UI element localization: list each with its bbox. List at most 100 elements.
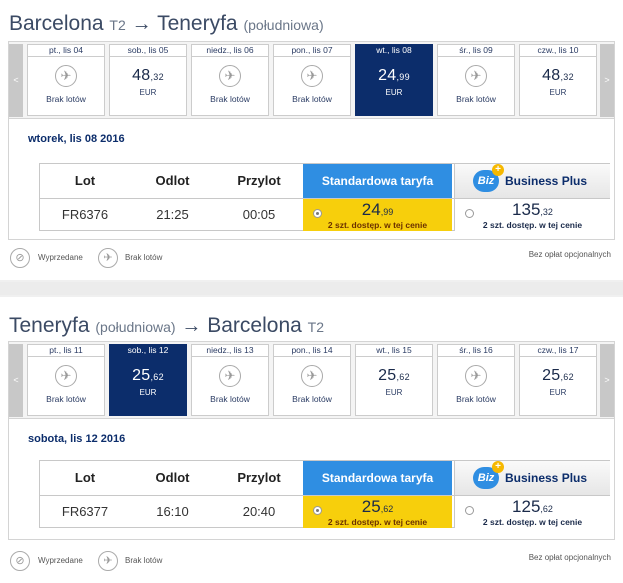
col-flight-header: Lot xyxy=(74,470,96,485)
outbound-legend: ⊘ Wyprzedane ✈ Brak lotów Bez opłat opcj… xyxy=(0,246,623,274)
outbound-section: Barcelona T2 → Teneryfa (południowa) < p… xyxy=(0,0,623,280)
outbound-selected-date: wtorek, lis 08 2016 xyxy=(28,133,125,145)
business-plus-header[interactable]: Biz + Business Plus xyxy=(454,164,610,198)
business-plus-header[interactable]: Biz + Business Plus xyxy=(454,461,610,495)
no-flights-text: Brak lotów xyxy=(456,394,496,404)
business-plus-logo-icon: Biz + xyxy=(473,164,504,192)
sold-out-label: Wyprzedane xyxy=(38,556,83,565)
standard-fare-availability: 2 szt. dostęp. w tej cenie xyxy=(327,517,428,527)
col-arrival-header: Przylot xyxy=(237,470,281,485)
day-card[interactable]: pon., lis 14 ✈ Brak lotów xyxy=(273,344,351,416)
outbound-route-title: Barcelona T2 → Teneryfa (południowa) xyxy=(9,12,324,36)
day-label: czw., lis 10 xyxy=(520,45,596,57)
prev-week-button[interactable]: < xyxy=(9,44,23,117)
inbound-selected-date: sobota, lis 12 2016 xyxy=(28,433,126,445)
day-label: pon., lis 14 xyxy=(274,345,350,357)
no-flights-text: Brak lotów xyxy=(46,94,86,104)
standard-fare-availability: 2 szt. dostęp. w tej cenie xyxy=(327,220,428,230)
day-price: 24,99 xyxy=(378,67,410,84)
day-label: wt., lis 15 xyxy=(356,345,432,357)
departure-time: 21:25 xyxy=(156,207,189,222)
day-label: czw., lis 17 xyxy=(520,345,596,357)
next-week-button[interactable]: > xyxy=(600,344,614,417)
standard-fare-price: 24,99 xyxy=(361,200,394,219)
day-label: wt., lis 08 xyxy=(356,45,432,57)
day-currency: EUR xyxy=(385,388,403,397)
no-flights-icon: ✈ xyxy=(98,248,118,268)
no-flights-icon: ✈ xyxy=(465,65,487,87)
section-divider xyxy=(0,282,623,295)
destination-suffix: T2 xyxy=(307,319,324,335)
origin-city: Barcelona xyxy=(9,12,104,35)
day-label: sob., lis 12 xyxy=(110,345,186,357)
day-card[interactable]: śr., lis 09 ✈ Brak lotów xyxy=(437,44,515,116)
col-flight-header: Lot xyxy=(74,173,96,188)
sold-out-icon: ⊘ xyxy=(10,551,30,571)
standard-fare-header[interactable]: Standardowa taryfa xyxy=(303,164,452,198)
route-arrow: → xyxy=(181,315,202,337)
day-price: 25,62 xyxy=(542,367,574,384)
day-currency: EUR xyxy=(385,88,403,97)
day-label: pt., lis 11 xyxy=(28,345,104,357)
no-flights-text: Brak lotów xyxy=(292,94,332,104)
standard-fare-option[interactable]: 25,62 2 szt. dostęp. w tej cenie xyxy=(303,496,452,528)
no-flights-text: Brak lotów xyxy=(456,94,496,104)
day-price: 48,32 xyxy=(542,67,574,84)
no-flights-icon: ✈ xyxy=(55,65,77,87)
day-card[interactable]: śr., lis 16 ✈ Brak lotów xyxy=(437,344,515,416)
no-flights-icon: ✈ xyxy=(465,365,487,387)
inbound-days: pt., lis 11 ✈ Brak lotów sob., lis 12 25,62 E… xyxy=(27,344,599,416)
no-optional-fees-note: Bez opłat opcjonalnych xyxy=(528,250,611,259)
next-week-button[interactable]: > xyxy=(600,44,614,117)
day-card[interactable]: czw., lis 10 48,32 EUR xyxy=(519,44,597,116)
prev-week-button[interactable]: < xyxy=(9,344,23,417)
business-plus-availability: 2 szt. dostęp. w tej cenie xyxy=(482,517,583,527)
origin-city: Teneryfa xyxy=(9,314,90,337)
day-card[interactable]: niedz., lis 06 ✈ Brak lotów xyxy=(191,44,269,116)
route-arrow: → xyxy=(131,13,152,35)
day-card[interactable]: wt., lis 08 24,99 EUR xyxy=(355,44,433,116)
business-plus-price: 135,32 xyxy=(512,200,553,219)
sold-out-label: Wyprzedane xyxy=(38,253,83,262)
day-price: 25,62 xyxy=(132,367,164,384)
no-flights-icon: ✈ xyxy=(55,365,77,387)
day-card[interactable]: czw., lis 17 25,62 EUR xyxy=(519,344,597,416)
standard-fare-option[interactable]: 24,99 2 szt. dostęp. w tej cenie xyxy=(303,199,452,231)
day-currency: EUR xyxy=(549,88,567,97)
outbound-days: pt., lis 04 ✈ Brak lotów sob., lis 05 48,32 E… xyxy=(27,44,599,116)
sold-out-icon: ⊘ xyxy=(10,248,30,268)
col-departure-header: Odlot xyxy=(155,470,190,485)
no-flights-icon: ✈ xyxy=(219,65,241,87)
inbound-detail: sobota, lis 12 2016 Lot Odlot Przylot St… xyxy=(8,419,615,540)
business-plus-logo-icon: Biz + xyxy=(473,461,504,489)
no-flights-text: Brak lotów xyxy=(292,394,332,404)
departure-time: 16:10 xyxy=(156,504,189,519)
inbound-date-strip: < pt., lis 11 ✈ Brak lotów sob., lis 12 25,6… xyxy=(8,341,615,419)
destination-city: Barcelona xyxy=(207,314,302,337)
day-label: pon., lis 07 xyxy=(274,45,350,57)
inbound-legend: ⊘ Wyprzedane ✈ Brak lotów Bez opłat opcj… xyxy=(0,549,623,577)
day-card[interactable]: pt., lis 11 ✈ Brak lotów xyxy=(27,344,105,416)
day-label: sob., lis 05 xyxy=(110,45,186,57)
business-plus-availability: 2 szt. dostęp. w tej cenie xyxy=(482,220,583,230)
business-plus-label: Business Plus xyxy=(505,471,588,485)
day-card[interactable]: niedz., lis 13 ✈ Brak lotów xyxy=(191,344,269,416)
day-card[interactable]: sob., lis 05 48,32 EUR xyxy=(109,44,187,116)
no-flights-icon: ✈ xyxy=(301,65,323,87)
day-card[interactable]: sob., lis 12 25,62 EUR xyxy=(109,344,187,416)
day-currency: EUR xyxy=(549,388,567,397)
day-card[interactable]: pt., lis 04 ✈ Brak lotów xyxy=(27,44,105,116)
no-optional-fees-note: Bez opłat opcjonalnych xyxy=(528,553,611,562)
no-flights-icon: ✈ xyxy=(98,551,118,571)
business-plus-option[interactable]: 135,32 2 szt. dostęp. w tej cenie xyxy=(454,199,610,231)
origin-suffix: (południowa) xyxy=(95,319,176,335)
day-card[interactable]: pon., lis 07 ✈ Brak lotów xyxy=(273,44,351,116)
outbound-detail: wtorek, lis 08 2016 Lot Odlot Przylot St… xyxy=(8,119,615,240)
standard-fare-header[interactable]: Standardowa taryfa xyxy=(303,461,452,495)
inbound-route-title: Teneryfa (południowa) → Barcelona T2 xyxy=(9,314,324,338)
day-label: niedz., lis 13 xyxy=(192,345,268,357)
inbound-flight-table: Lot Odlot Przylot Standardowa taryfa Biz… xyxy=(39,460,610,528)
business-plus-option[interactable]: 125,62 2 szt. dostęp. w tej cenie xyxy=(454,496,610,528)
business-plus-label: Business Plus xyxy=(505,174,588,188)
day-card[interactable]: wt., lis 15 25,62 EUR xyxy=(355,344,433,416)
